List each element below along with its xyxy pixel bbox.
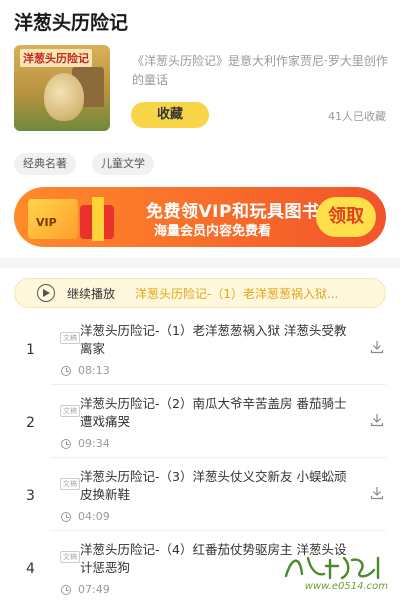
- download-icon[interactable]: [370, 413, 384, 427]
- vip-promo-banner[interactable]: VIP 免费领VIP和玩具图书 海量会员内容免费看 领取: [14, 187, 386, 247]
- section-divider: [0, 258, 400, 268]
- watermark-logo: [284, 556, 380, 580]
- download-icon[interactable]: [370, 340, 384, 354]
- continue-play-bar[interactable]: 继续播放 洋葱头历险记-（1）老洋葱葱祸入狱...: [14, 278, 386, 308]
- collect-count: 41人已收藏: [328, 110, 386, 123]
- gift-ribbon: [92, 197, 104, 241]
- clock-icon: [61, 366, 71, 376]
- claim-button[interactable]: 领取: [316, 197, 376, 237]
- episode-number: 1: [26, 342, 35, 358]
- episode-row[interactable]: 3 文稿 洋葱头历险记-（3）洋葱头仗义交新友 小蜈蚣顽皮换新鞋 04:09: [0, 458, 400, 531]
- site-watermark: www.e0514.com: [280, 552, 390, 592]
- transcript-badge: 文稿: [60, 551, 80, 563]
- clock-icon: [61, 512, 71, 522]
- book-cover-image[interactable]: 洋葱头历险记: [14, 45, 110, 131]
- episode-number: 3: [26, 488, 35, 504]
- banner-headline: 免费领VIP和玩具图书: [146, 202, 320, 222]
- clock-icon: [61, 585, 71, 595]
- transcript-badge: 文稿: [60, 332, 80, 344]
- cover-onion-art: [44, 73, 84, 121]
- episode-row[interactable]: 2 文稿 洋葱头历险记-（2）南瓜大爷辛苦盖房 番茄骑士遭戏痛哭 09:34: [0, 385, 400, 458]
- tag-children-literature[interactable]: 儿童文学: [92, 153, 154, 175]
- episode-title[interactable]: 洋葱头历险记-（3）洋葱头仗义交新友 小蜈蚣顽皮换新鞋: [80, 468, 355, 504]
- banner-subline: 海量会员内容免费看: [154, 224, 272, 239]
- tag-classic[interactable]: 经典名著: [14, 153, 76, 175]
- continue-play-label: 继续播放: [67, 287, 116, 301]
- clock-icon: [61, 439, 71, 449]
- vip-label: VIP: [36, 216, 57, 229]
- continue-play-track: 洋葱头历险记-（1）老洋葱葱祸入狱...: [135, 287, 339, 301]
- episode-duration: 04:09: [78, 510, 110, 523]
- watermark-site-url: www.e0514.com: [304, 581, 388, 592]
- transcript-badge: 文稿: [60, 405, 80, 417]
- cover-title-text: 洋葱头历险记: [20, 49, 92, 67]
- episode-title[interactable]: 洋葱头历险记-（2）南瓜大爷辛苦盖房 番茄骑士遭戏痛哭: [80, 395, 355, 431]
- page-title: 洋葱头历险记: [14, 12, 129, 34]
- collect-button[interactable]: 收藏: [131, 102, 209, 128]
- episode-duration: 08:13: [78, 364, 110, 377]
- episode-title[interactable]: 洋葱头历险记-（1）老洋葱葱祸入狱 洋葱头受教离家: [80, 322, 355, 358]
- book-description: 《洋葱头历险记》是意大利作家贾尼·罗大里创作的童话: [132, 54, 388, 87]
- episode-duration: 09:34: [78, 437, 110, 450]
- episode-row[interactable]: 1 文稿 洋葱头历险记-（1）老洋葱葱祸入狱 洋葱头受教离家 08:13: [0, 312, 400, 385]
- episode-number: 2: [26, 415, 35, 431]
- download-icon[interactable]: [370, 486, 384, 500]
- episode-number: 4: [26, 561, 35, 577]
- play-icon[interactable]: [37, 284, 55, 302]
- episode-duration: 07:49: [78, 583, 110, 596]
- transcript-badge: 文稿: [60, 478, 80, 490]
